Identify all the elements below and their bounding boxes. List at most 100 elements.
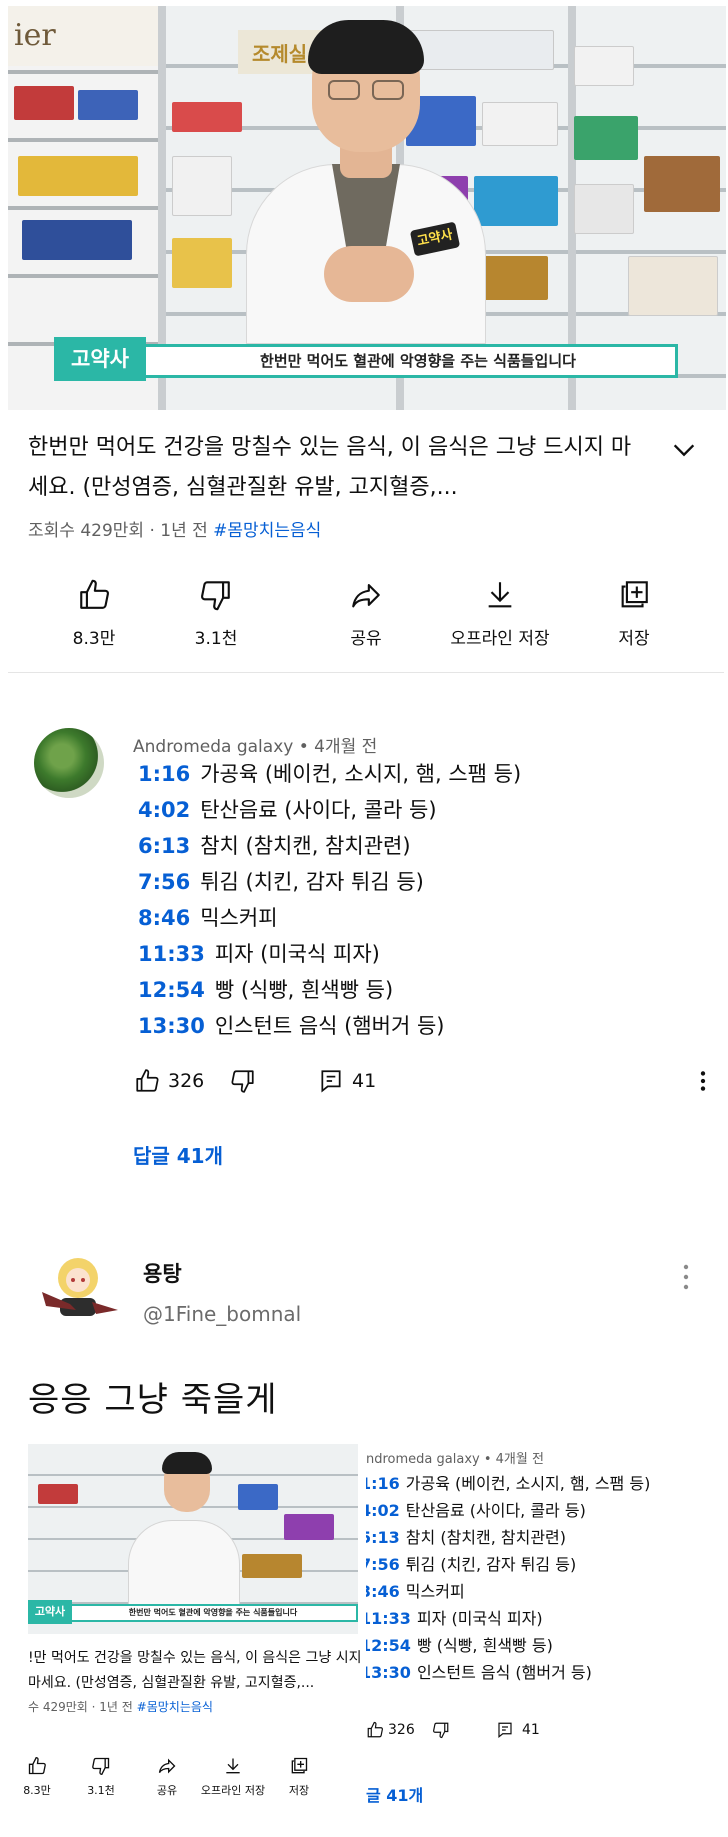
video-thumbnail[interactable]: ier 조제실 고약사 고약사 한번만 먹어도 혈관에 악영향을 주는 식품들입… [8,6,726,410]
replies-link: 글 41개 [366,1786,424,1805]
timestamp-text: 탄산음료 (사이다, 콜라 등) [200,798,437,822]
comment-author[interactable]: Andromeda galaxy • 4개월 전 [133,732,377,757]
medicine-box [172,156,232,216]
medicine-box [78,90,138,120]
embedded-comment-card: ndromeda galaxy • 4개월 전 1:16 가공육 (베이컨, 소시… [366,1444,702,1816]
tweet-author-handle[interactable]: @1Fine_bomnal [143,1302,301,1326]
caption-tag: 고약사 [54,337,146,381]
list-item: 13:30 인스턴트 음식 (햄버거 등) [366,1659,650,1686]
thumbs-up-icon [367,1721,383,1738]
download-button[interactable]: 오프라인 저장 [430,570,570,649]
timestamp-link: 4:02 [366,1501,400,1520]
timestamp-text: 튀김 (치킨, 감자 튀김 등) [200,870,424,894]
dislike-count: 3.1천 [194,629,238,649]
save-button[interactable]: 저장 [564,570,704,649]
medicine-box [18,156,138,196]
clasped-hands [324,246,414,302]
timestamp-link[interactable]: 11:33 [138,942,205,966]
save-button: 저장 [266,1754,332,1798]
timestamp-link[interactable]: 7:56 [138,870,190,894]
timestamp-text: 참치 (참치캔, 참치관련) [200,834,411,858]
timestamp-text: 믹스커피 [405,1582,465,1601]
timestamp-link[interactable]: 1:16 [138,762,190,786]
medicine-box [628,256,718,316]
embedded-video-thumbnail[interactable]: 고약사 한번만 먹어도 혈관에 악영향을 주는 식품들입니다 [28,1444,358,1634]
timestamp-text: 탄산음료 (사이다, 콜라 등) [405,1501,586,1520]
dislike-count: 3.1천 [87,1784,115,1797]
caption-tag: 고약사 [28,1600,72,1624]
timestamp-text: 튀김 (치킨, 감자 튀김 등) [405,1555,577,1574]
list-item: 4:02 탄산음료 (사이다, 콜라 등) [366,1497,650,1524]
share-button[interactable]: 공유 [296,570,436,649]
like-button[interactable]: 8.3만 [24,570,164,649]
timestamp-link: 5:13 [366,1528,400,1547]
comment-like-count: 326 [168,1070,205,1092]
chevron-down-icon[interactable] [670,436,698,464]
avatar[interactable] [36,1248,120,1332]
share-icon [158,1758,176,1774]
comment-actions: 326 41 [366,1720,686,1744]
caption-text: 한번만 먹어도 혈관에 악영향을 주는 식품들입니다 [260,352,576,370]
replies-link[interactable]: 답글 41개 [133,1140,223,1169]
like-button: 8.3만 [4,1754,70,1798]
comment-like-count: 326 [388,1722,415,1738]
comment-actions: 326 41 [134,1064,706,1100]
glasses-icon [328,80,406,100]
medicine-box [574,46,634,86]
video-meta: 조회수 429만회 · 1년 전 #몸망치는음식 [28,516,321,541]
download-icon [488,582,512,608]
embedded-video-meta: 수 429만회 · 1년 전 #몸망치는음식 [28,1698,213,1715]
video-title[interactable]: 한번만 먹어도 건강을 망칠수 있는 음식, 이 음식은 그냥 드시지 마세요.… [28,428,648,508]
list-item: 13:30 인스턴트 음식 (햄버거 등) [138,1008,521,1044]
timestamp-link: 7:56 [366,1555,400,1574]
share-icon [352,584,380,608]
hashtag-link[interactable]: #몸망치는음식 [213,521,321,541]
list-item: 4:02 탄산음료 (사이다, 콜라 등) [138,792,521,828]
thumbs-down-icon[interactable] [230,1068,256,1094]
like-count: 8.3만 [23,1784,51,1797]
reply-icon[interactable] [318,1068,344,1094]
shop-sign: ier [8,6,158,66]
pharmacist-figure: 고약사 [236,14,496,344]
view-count: 조회수 429만회 · 1년 전 [28,521,208,541]
thumbs-up-icon[interactable] [134,1068,160,1094]
thumbs-down-icon [433,1722,449,1739]
timestamp-link[interactable]: 13:30 [138,1014,205,1038]
medicine-box [644,156,720,212]
medicine-box [574,116,638,160]
timestamp-link: 1:16 [366,1474,400,1493]
share-label: 공유 [350,629,382,649]
caption-text: 한번만 먹어도 혈관에 악영향을 주는 식품들입니다 [128,1608,298,1617]
tweet-author-name[interactable]: 용탕 [143,1258,182,1288]
hair [308,20,424,74]
action-row: 8.3만 3.1천 공유 오프라인 저장 저장 [0,570,728,666]
timestamp-link[interactable]: 8:46 [138,906,190,930]
list-item: 8:46 믹스커피 [138,900,521,936]
timestamp-link[interactable]: 6:13 [138,834,190,858]
medicine-box [172,102,242,132]
dislike-button[interactable]: 3.1천 [146,570,286,649]
list-item: 3:46 믹스커피 [366,1578,650,1605]
thumbs-down-icon [92,1757,110,1776]
medicine-box [172,238,232,288]
timestamp-link[interactable]: 4:02 [138,798,190,822]
medicine-box [242,1554,302,1578]
timestamp-text: 참치 (참치캔, 참치관련) [405,1528,567,1547]
list-item: 1:16 가공육 (베이컨, 소시지, 햄, 스팸 등) [138,756,521,792]
avatar[interactable] [34,728,104,798]
list-item: 12:54 빵 (식빵, 흰색빵 등) [366,1632,650,1659]
timestamp-link[interactable]: 12:54 [138,978,205,1002]
thumbs-up-icon [80,579,109,609]
list-item: 12:54 빵 (식빵, 흰색빵 등) [138,972,521,1008]
medicine-box [284,1514,334,1540]
timestamp-text: 인스턴트 음식 (햄버거 등) [214,1014,445,1038]
more-vertical-icon[interactable] [680,1262,692,1292]
more-vertical-icon[interactable] [690,1068,716,1094]
save-icon [291,1757,308,1774]
thumbs-up-icon [28,1756,46,1775]
comment-reply-count: 41 [522,1722,540,1738]
timestamp-text: 믹스커피 [200,906,278,930]
reply-icon [498,1722,512,1738]
dislike-button: 3.1천 [68,1754,134,1798]
timestamp-link: 13:30 [366,1663,411,1682]
